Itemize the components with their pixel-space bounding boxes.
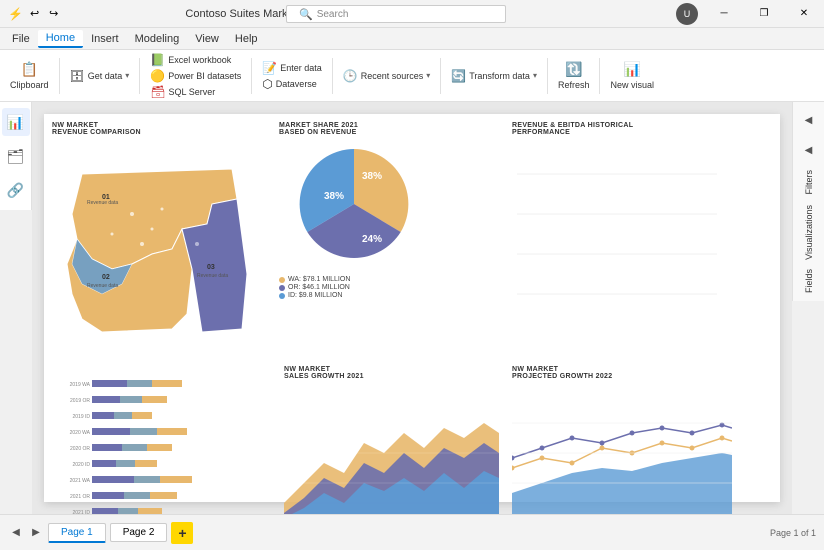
ribbon-data-group: 📗 Excel workbook 🟡 Power BI datasets 🗃 S… (144, 52, 247, 100)
svg-text:Revenue data: Revenue data (87, 200, 118, 206)
search-placeholder: Search (317, 9, 349, 20)
menu-file[interactable]: File (4, 31, 38, 47)
menu-help[interactable]: Help (227, 31, 266, 47)
revenue-chart (512, 139, 722, 299)
page-prev-btn[interactable]: ◀ (8, 525, 24, 541)
menu-view[interactable]: View (187, 31, 227, 47)
svg-text:2021 WA: 2021 WA (70, 478, 91, 484)
map-title: NW MARKETREVENUE COMPARISON (52, 122, 262, 136)
map-label-03: 03 (207, 264, 215, 271)
canvas-area: NW MARKETREVENUE COMPARISON 01 Revenue d… (32, 102, 792, 514)
ribbon-separator-5 (440, 58, 441, 94)
bottom-bar: ◀ ▶ Page 1 Page 2 + Page 1 of 1 (0, 514, 824, 550)
sales-title: NW MARKETSALES GROWTH 2021 (284, 366, 499, 380)
page-next-btn[interactable]: ▶ (28, 525, 44, 541)
sidebar-data-icon[interactable]: 🗂 (2, 142, 30, 170)
filters-label[interactable]: Filters (804, 166, 814, 199)
dataverse-btn[interactable]: ⬡ Dataverse (256, 76, 327, 92)
pie-title: MARKET SHARE 2021BASED ON REVENUE (279, 122, 494, 136)
titlebar: ⚡ ↩ ↪ Contoso Suites Market Analysis - P… (0, 0, 824, 28)
maximize-btn[interactable]: ❐ (744, 0, 784, 27)
pbi-datasets-btn[interactable]: 🟡 Power BI datasets (144, 68, 247, 84)
ribbon: 📋 Clipboard 🗄 Get data ▾ 📗 Excel workboo… (0, 50, 824, 102)
svg-text:Revenue data: Revenue data (197, 273, 228, 279)
bar-panel: 2019 WA 2019 OR 2019 ID 2020 WA 2020 OR … (52, 366, 267, 514)
left-sidebar: 📊 🗂 🔗 (0, 102, 32, 210)
menu-modeling[interactable]: Modeling (127, 31, 188, 47)
bar-chart: 2019 WA 2019 OR 2019 ID 2020 WA 2020 OR … (52, 366, 267, 514)
clipboard-btn[interactable]: 📋 Clipboard (4, 53, 55, 99)
fields-label[interactable]: Fields (804, 265, 814, 297)
collapse-panel-btn[interactable]: ◀ (795, 106, 823, 134)
get-data-btn[interactable]: 🗄 Get data ▾ (64, 66, 136, 86)
ribbon-separator-6 (547, 58, 548, 94)
ribbon-separator-2 (139, 58, 140, 94)
excel-btn[interactable]: 📗 Excel workbook (144, 52, 247, 68)
projected-title: NW MARKETPROJECTED GROWTH 2022 (512, 366, 732, 380)
refresh-btn[interactable]: 🔃 Refresh (552, 53, 596, 99)
transform-data-btn[interactable]: 🔄 Transform data ▾ (445, 66, 543, 86)
undo-btn[interactable]: ↩ (27, 5, 42, 22)
sidebar-report-icon[interactable]: 📊 (2, 108, 30, 136)
minimize-btn[interactable]: ─ (704, 0, 744, 27)
pie-legend: WA: $78.1 MILLION OR: $46.1 MILLION ID: … (279, 276, 494, 299)
ribbon-separator-1 (59, 58, 60, 94)
ribbon-separator-3 (251, 58, 252, 94)
svg-text:2021 OR: 2021 OR (70, 494, 90, 500)
user-avatar[interactable]: U (676, 3, 698, 25)
collapse-panel-btn-2[interactable]: ◀ (795, 136, 823, 164)
canvas-page: NW MARKETREVENUE COMPARISON 01 Revenue d… (44, 114, 780, 502)
ribbon-separator-7 (599, 58, 600, 94)
revenue-title: REVENUE & EBITDA HISTORICALPERFORMANCE (512, 122, 732, 136)
ribbon-separator-4 (332, 58, 333, 94)
revenue-panel: REVENUE & EBITDA HISTORICALPERFORMANCE (512, 122, 732, 352)
page-add-btn[interactable]: + (171, 522, 193, 544)
svg-text:2019 OR: 2019 OR (70, 398, 90, 404)
new-visual-btn[interactable]: 📊 New visual (604, 53, 660, 99)
visualizations-label[interactable]: Visualizations (804, 201, 814, 264)
svg-text:2019 ID: 2019 ID (72, 414, 90, 420)
sales-growth-panel: NW MARKETSALES GROWTH 2021 (284, 366, 499, 514)
page-tab-1[interactable]: Page 1 (48, 523, 106, 543)
sidebar-model-icon[interactable]: 🔗 (2, 176, 30, 204)
map-label-02: 02 (102, 274, 110, 281)
right-panel: ◀ ◀ Filters Visualizations Fields (792, 102, 824, 301)
svg-text:24%: 24% (362, 234, 382, 245)
svg-text:2020 OR: 2020 OR (70, 446, 90, 452)
projected-growth-panel: NW MARKETPROJECTED GROWTH 2022 (512, 366, 732, 514)
recent-sources-btn[interactable]: 🕒 Recent sources ▾ (337, 66, 437, 86)
svg-text:Revenue data: Revenue data (87, 283, 118, 289)
sql-btn[interactable]: 🗃 SQL Server (144, 84, 247, 100)
svg-text:2019 WA: 2019 WA (70, 382, 91, 388)
svg-text:38%: 38% (324, 191, 344, 202)
ribbon-data-group2: 📝 Enter data ⬡ Dataverse (256, 60, 327, 92)
menu-insert[interactable]: Insert (83, 31, 127, 47)
search-bar[interactable]: 🔍 Search (286, 5, 506, 23)
projected-chart (512, 383, 732, 514)
sales-chart (284, 383, 499, 514)
svg-text:2020 ID: 2020 ID (72, 462, 90, 468)
app-icon: ⚡ (8, 7, 23, 21)
page-tab-2[interactable]: Page 2 (110, 523, 168, 542)
map-panel: NW MARKETREVENUE COMPARISON 01 Revenue d… (52, 122, 262, 352)
close-btn[interactable]: ✕ (784, 0, 824, 27)
enter-data-btn[interactable]: 📝 Enter data (256, 60, 327, 76)
menubar: File Home Insert Modeling View Help (0, 28, 824, 50)
map-chart: 01 Revenue data 02 Revenue data 03 Reven… (52, 139, 262, 352)
pie-panel: MARKET SHARE 2021BASED ON REVENUE 38% 24… (279, 122, 494, 352)
pie-chart: 38% 24% 38% (279, 139, 439, 269)
page-status: Page 1 of 1 (770, 528, 816, 538)
svg-text:38%: 38% (362, 171, 382, 182)
redo-btn[interactable]: ↪ (46, 5, 61, 22)
menu-home[interactable]: Home (38, 30, 83, 48)
svg-text:2020 WA: 2020 WA (70, 430, 91, 436)
